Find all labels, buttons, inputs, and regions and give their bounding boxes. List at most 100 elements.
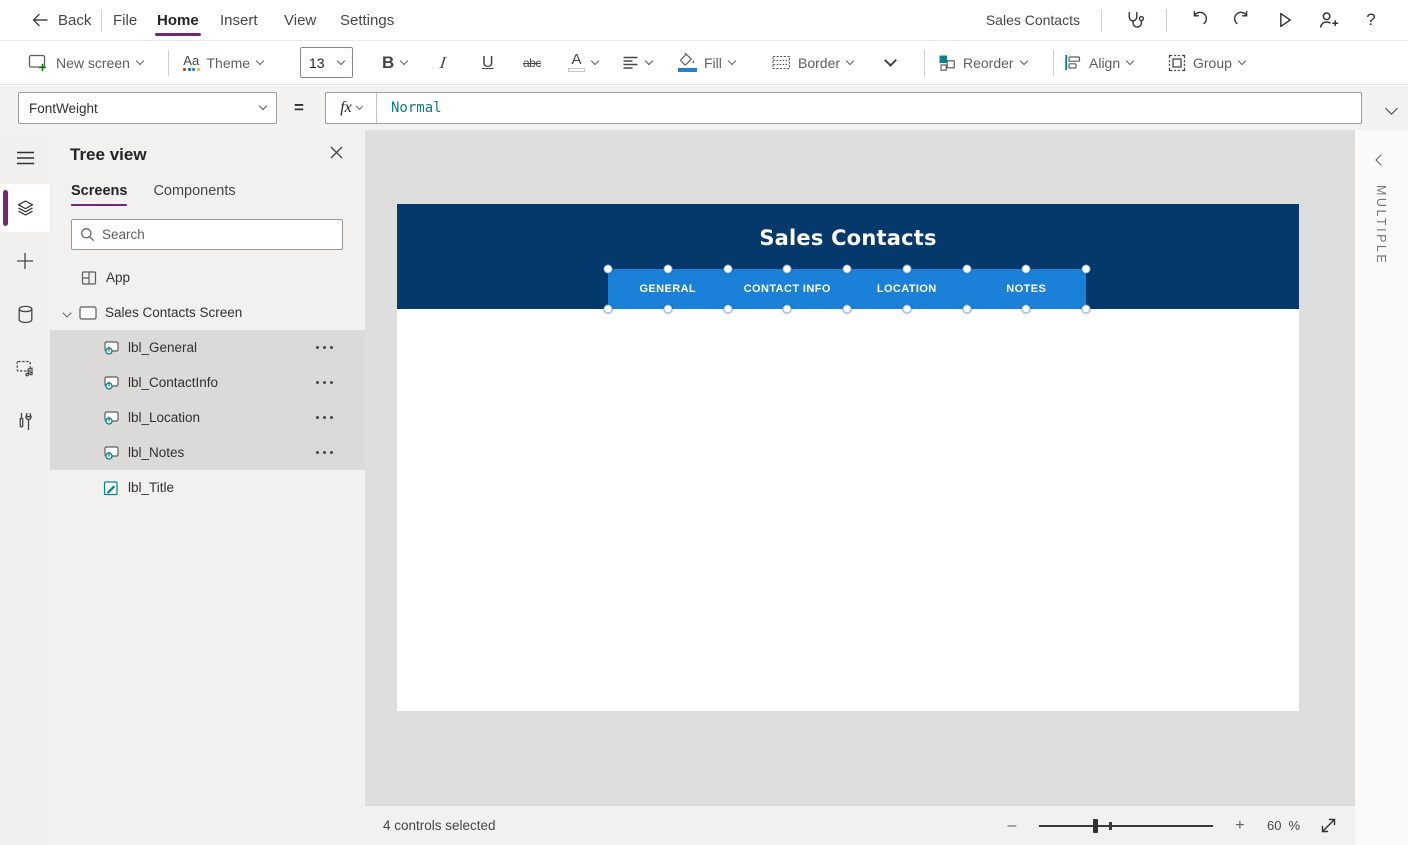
align-objects-icon xyxy=(1064,54,1082,71)
font-size-select[interactable]: 13 xyxy=(300,47,353,78)
reorder-icon xyxy=(938,54,956,72)
chevron-expanded-icon[interactable] xyxy=(62,308,71,317)
more-options-button[interactable] xyxy=(316,381,333,384)
tab-screens[interactable]: Screens xyxy=(71,183,127,206)
selection-handle[interactable] xyxy=(783,305,792,314)
bold-button[interactable]: B xyxy=(382,41,407,84)
tree-item-lbl-location[interactable]: lbl_Location xyxy=(50,400,365,435)
zoom-slider-thumb[interactable] xyxy=(1093,819,1098,833)
data-sources-icon[interactable] xyxy=(0,290,50,338)
selection-handle[interactable] xyxy=(962,305,971,314)
canvas-header[interactable]: Sales Contacts GENERAL CONTACT INFO LOCA… xyxy=(397,204,1299,309)
underline-button[interactable]: U xyxy=(482,41,494,84)
more-formatting-button[interactable] xyxy=(886,41,895,84)
property-selector[interactable]: FontWeight xyxy=(18,92,277,124)
bold-icon: B xyxy=(382,53,394,73)
canvas-tab-location[interactable]: LOCATION xyxy=(847,269,967,309)
more-options-button[interactable] xyxy=(316,416,333,419)
selection-handle[interactable] xyxy=(1082,305,1091,314)
tree-rows: App Sales Contacts Screen lbl_General lb… xyxy=(50,260,365,505)
tree-item-label: lbl_Notes xyxy=(128,445,184,460)
more-options-button[interactable] xyxy=(316,346,333,349)
redo-icon[interactable] xyxy=(1231,9,1253,31)
share-person-add-icon[interactable] xyxy=(1317,9,1339,31)
advanced-tools-icon[interactable] xyxy=(0,397,50,445)
border-button[interactable]: Border xyxy=(772,41,853,84)
help-icon[interactable]: ? xyxy=(1360,9,1382,31)
italic-button[interactable]: I xyxy=(440,41,446,84)
canvas-area[interactable]: Sales Contacts GENERAL CONTACT INFO LOCA… xyxy=(365,130,1355,805)
selection-handle[interactable] xyxy=(902,305,911,314)
app-checker-stethoscope-icon[interactable] xyxy=(1123,9,1145,31)
media-icon[interactable] xyxy=(0,344,50,392)
canvas-tab-contact-info[interactable]: CONTACT INFO xyxy=(728,269,848,309)
screen-icon xyxy=(79,306,97,320)
selection-handle[interactable] xyxy=(663,305,672,314)
theme-button[interactable]: Aa Theme xyxy=(183,41,263,84)
tree-item-lbl-notes[interactable]: lbl_Notes xyxy=(50,435,365,470)
reorder-button[interactable]: Reorder xyxy=(938,41,1027,84)
strikethrough-button[interactable]: abc xyxy=(523,41,541,84)
menu-view[interactable]: View xyxy=(284,0,316,40)
zoom-in-button[interactable]: + xyxy=(1233,817,1247,835)
text-align-button[interactable] xyxy=(622,41,652,84)
close-icon[interactable] xyxy=(330,146,343,159)
more-options-button[interactable] xyxy=(316,451,333,454)
formula-input[interactable] xyxy=(377,93,1361,123)
tree-item-lbl-general[interactable]: lbl_General xyxy=(50,330,365,365)
selection-handle[interactable] xyxy=(962,265,971,274)
tree-view-rail-icon[interactable] xyxy=(0,184,50,232)
insert-plus-icon[interactable] xyxy=(0,237,50,285)
fill-label: Fill xyxy=(704,55,722,71)
app-icon xyxy=(80,270,98,286)
tree-item-screen[interactable]: Sales Contacts Screen xyxy=(50,295,365,330)
selection-handle[interactable] xyxy=(902,265,911,274)
artboard-sales-contacts-screen[interactable]: Sales Contacts GENERAL CONTACT INFO LOCA… xyxy=(397,204,1299,711)
back-button[interactable]: Back xyxy=(30,0,91,40)
selection-handle[interactable] xyxy=(843,305,852,314)
fit-to-window-icon[interactable] xyxy=(1320,817,1337,834)
selection-handle[interactable] xyxy=(1082,265,1091,274)
canvas-tab-general[interactable]: GENERAL xyxy=(608,269,728,309)
search-input[interactable] xyxy=(102,227,334,242)
zoom-slider[interactable] xyxy=(1039,819,1213,833)
align-button[interactable]: Align xyxy=(1064,41,1133,84)
selection-handle[interactable] xyxy=(843,265,852,274)
align-label: Align xyxy=(1089,55,1120,71)
divider xyxy=(924,50,925,76)
canvas-tab-notes[interactable]: NOTES xyxy=(967,269,1087,309)
new-screen-button[interactable]: New screen xyxy=(28,41,143,84)
border-icon xyxy=(772,55,791,70)
tab-components[interactable]: Components xyxy=(153,183,235,206)
font-color-button[interactable]: A xyxy=(568,41,598,84)
selection-handle[interactable] xyxy=(604,305,613,314)
menu-home[interactable]: Home xyxy=(157,0,199,40)
menu-insert[interactable]: Insert xyxy=(220,0,258,40)
hamburger-menu-icon[interactable] xyxy=(0,134,50,182)
menu-settings[interactable]: Settings xyxy=(340,0,394,40)
selection-handle[interactable] xyxy=(723,305,732,314)
strikethrough-icon: abc xyxy=(523,56,541,70)
tree-item-lbl-title[interactable]: lbl_Title xyxy=(50,470,365,505)
selection-handle[interactable] xyxy=(1022,265,1031,274)
formula-bar-collapse-chevron[interactable] xyxy=(1387,100,1396,118)
fx-button[interactable]: fx xyxy=(326,93,377,123)
tree-item-lbl-contactinfo[interactable]: lbl_ContactInfo xyxy=(50,365,365,400)
divider xyxy=(168,50,169,76)
group-button[interactable]: Group xyxy=(1168,41,1245,84)
menu-file[interactable]: File xyxy=(113,0,137,40)
undo-icon[interactable] xyxy=(1188,9,1210,31)
chevron-down-icon xyxy=(846,56,854,64)
preview-play-icon[interactable] xyxy=(1274,9,1296,31)
selection-handle[interactable] xyxy=(783,265,792,274)
selection-handle[interactable] xyxy=(723,265,732,274)
screen-title-label[interactable]: Sales Contacts xyxy=(397,226,1299,250)
selection-handle[interactable] xyxy=(663,265,672,274)
selection-handle[interactable] xyxy=(604,265,613,274)
tree-item-app[interactable]: App xyxy=(50,260,365,295)
expand-panel-chevron-icon[interactable] xyxy=(1375,154,1386,165)
fill-button[interactable]: Fill xyxy=(678,41,735,84)
zoom-out-button[interactable]: – xyxy=(1005,817,1019,835)
button-control-icon xyxy=(102,375,120,391)
selection-handle[interactable] xyxy=(1022,305,1031,314)
